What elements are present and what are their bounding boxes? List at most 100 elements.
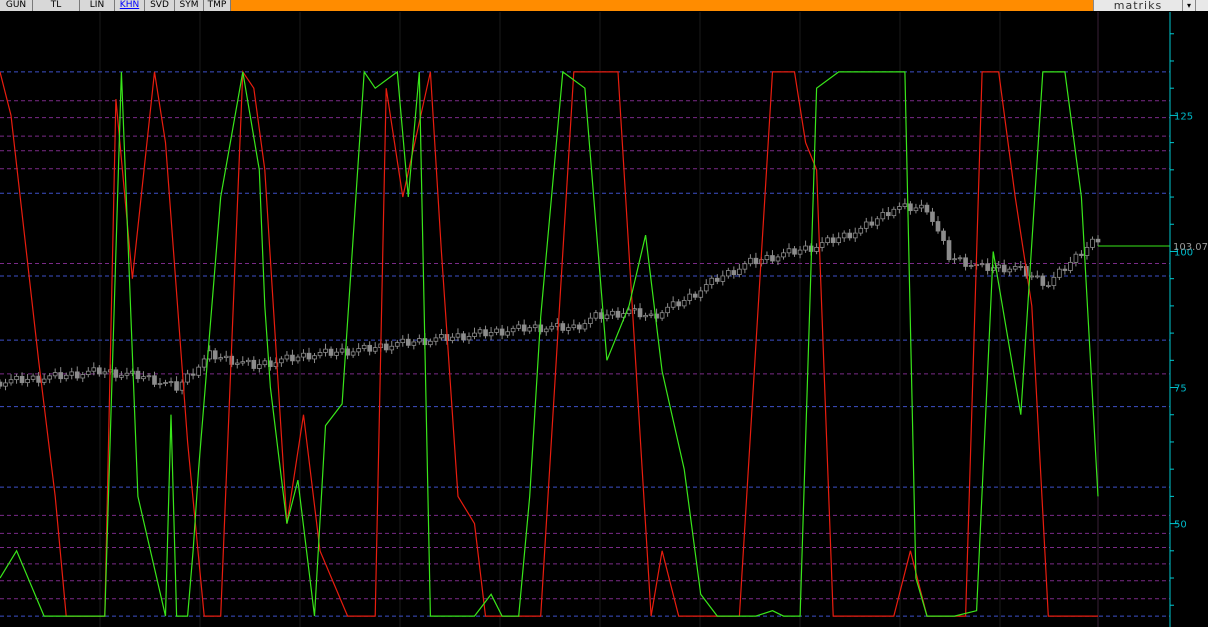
candle-body <box>102 371 108 375</box>
candle-body <box>328 348 334 356</box>
candle-body <box>488 332 494 337</box>
candle-body <box>792 248 797 255</box>
candle-body <box>30 375 36 380</box>
candle-body <box>113 369 119 378</box>
y-tick-label: 50 <box>1174 520 1187 531</box>
candle-body <box>119 374 124 378</box>
candle-body <box>69 371 75 376</box>
candle-body <box>135 370 141 380</box>
candle-body <box>201 358 207 368</box>
candle-body <box>753 257 759 265</box>
candle-body <box>979 263 985 266</box>
candle-body <box>58 372 64 380</box>
candle-body <box>897 206 902 210</box>
candle-body <box>924 204 930 213</box>
candle-body <box>670 301 676 308</box>
tab-lin[interactable]: LIN <box>80 0 115 11</box>
candle-body <box>720 275 726 282</box>
candle-body <box>935 221 941 232</box>
window-control-button[interactable] <box>1195 0 1208 11</box>
candle-body <box>130 370 135 374</box>
candle-body <box>968 265 974 267</box>
candle-body <box>996 264 1002 269</box>
candle-body <box>852 232 858 239</box>
candle-body <box>3 382 8 387</box>
candle-body <box>301 352 306 358</box>
candle-body <box>941 230 946 241</box>
tab-tl[interactable]: TL <box>33 0 80 11</box>
y-tick-label: 125 <box>1174 111 1193 122</box>
candle-body <box>902 203 908 207</box>
candle-body <box>957 257 963 260</box>
candle-body <box>223 355 229 358</box>
candle-body <box>185 373 190 383</box>
brand-logo: matriks <box>1093 0 1182 11</box>
candle-body <box>80 374 86 379</box>
candle-body <box>290 354 295 362</box>
menu-dropdown-button[interactable]: ▾ <box>1182 0 1195 11</box>
candle-body <box>383 343 389 351</box>
candle-body <box>930 211 935 222</box>
candle-body <box>1046 285 1051 287</box>
tab-sym[interactable]: SYM <box>175 0 204 11</box>
tab-tmp[interactable]: TMP <box>204 0 231 11</box>
candle-body <box>742 263 748 270</box>
candle-body <box>643 315 648 318</box>
candle-body <box>571 324 577 329</box>
candle-body <box>698 290 704 298</box>
candle-body <box>63 374 69 380</box>
candle-body <box>516 324 521 329</box>
candle-body <box>389 345 395 351</box>
candle-body <box>262 360 268 366</box>
candle-body <box>218 357 224 360</box>
candle-body <box>863 221 869 229</box>
candle-body <box>361 344 367 350</box>
candle-body <box>836 237 841 244</box>
candle-body <box>737 268 742 275</box>
candle-body <box>1090 238 1095 248</box>
candle-body <box>1095 238 1101 243</box>
candle-body <box>312 355 317 360</box>
tab-gun[interactable]: GUN <box>0 0 33 11</box>
candle-body <box>886 212 891 217</box>
candle-body <box>1001 264 1007 273</box>
tab-svd[interactable]: SVD <box>145 0 175 11</box>
candle-body <box>532 324 538 329</box>
candle-body <box>665 306 670 314</box>
candle-body <box>604 314 610 319</box>
candle-body <box>405 338 411 346</box>
candle-body <box>748 257 753 265</box>
candle-body <box>146 375 152 378</box>
candle-body <box>803 245 808 251</box>
candle-body <box>687 293 693 301</box>
candle-body <box>560 323 566 331</box>
tab-khn[interactable]: KHN <box>115 0 145 11</box>
candle-body <box>577 324 582 330</box>
candle-body <box>190 373 196 376</box>
candle-body <box>411 341 417 346</box>
candle-body <box>41 378 47 383</box>
candle-body <box>306 352 312 360</box>
candle-body <box>8 379 14 384</box>
candle-body <box>869 221 875 226</box>
candle-body <box>703 284 709 292</box>
candle-body <box>874 218 880 226</box>
candle-body <box>394 342 400 347</box>
candle-body <box>466 336 472 341</box>
candle-body <box>582 323 588 330</box>
top-toolbar: GUN TL LIN KHN SVD SYM TMP matriks ▾ <box>0 0 1208 11</box>
candle-body <box>234 362 240 365</box>
candle-body <box>505 331 510 336</box>
candle-body <box>681 300 687 307</box>
candle-body <box>1084 246 1090 256</box>
candle-body <box>714 277 720 282</box>
candle-body <box>1018 266 1024 268</box>
candle-body <box>919 204 924 209</box>
candle-body <box>85 370 91 376</box>
candle-body <box>284 354 290 360</box>
candle-body <box>91 367 97 372</box>
candle-body <box>257 364 262 369</box>
candle-body <box>521 324 527 332</box>
candle-body <box>0 381 3 387</box>
candle-body <box>963 257 968 267</box>
